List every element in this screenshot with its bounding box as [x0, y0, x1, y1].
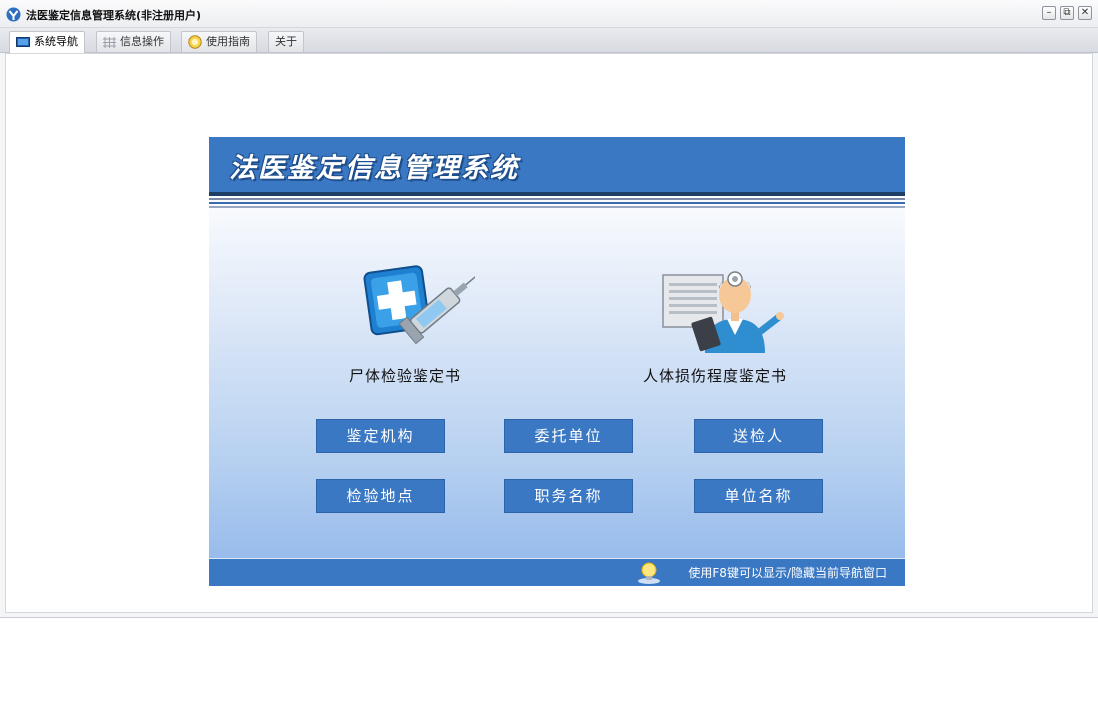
- medical-syringe-icon[interactable]: [349, 259, 475, 355]
- app-logo-icon: [6, 7, 21, 22]
- minimize-button[interactable]: –: [1042, 6, 1056, 20]
- tab-label: 使用指南: [206, 35, 250, 48]
- banner-stripe: [209, 206, 905, 208]
- banner-stripe: [209, 202, 905, 204]
- injury-report-label[interactable]: 人体损伤程度鉴定书: [643, 365, 787, 386]
- tab-label: 关于: [275, 35, 297, 48]
- banner-stripe: [209, 192, 905, 196]
- footer-bar: 使用F8键可以显示/隐藏当前导航窗口: [209, 558, 905, 586]
- navigation-panel: 法医鉴定信息管理系统 尸体检验鉴定书 人体损伤程度鉴定书 鉴定机构 委托单位 送…: [209, 137, 905, 586]
- tab-system-navigation[interactable]: 系统导航: [9, 31, 85, 53]
- close-button[interactable]: ✕: [1078, 6, 1092, 20]
- autopsy-report-label[interactable]: 尸体检验鉴定书: [349, 365, 461, 386]
- unit-name-button[interactable]: 单位名称: [694, 479, 823, 513]
- window-title: 法医鉴定信息管理系统(非注册用户): [26, 9, 202, 22]
- title-bar: 法医鉴定信息管理系统(非注册用户) – ⧉ ✕: [0, 0, 1098, 28]
- banner: 法医鉴定信息管理系统: [209, 137, 905, 192]
- lightbulb-icon: [638, 562, 660, 584]
- banner-stripe: [209, 198, 905, 200]
- banner-title: 法医鉴定信息管理系统: [229, 153, 519, 184]
- monitor-icon: [16, 36, 30, 47]
- inspection-location-button[interactable]: 检验地点: [316, 479, 445, 513]
- tab-info-operation[interactable]: 信息操作: [96, 31, 171, 52]
- doctor-icon[interactable]: [661, 257, 787, 355]
- footer-hint: 使用F8键可以显示/隐藏当前导航窗口: [688, 566, 887, 580]
- entrusting-unit-button[interactable]: 委托单位: [504, 419, 633, 453]
- tab-user-guide[interactable]: 使用指南: [181, 31, 257, 52]
- restore-button[interactable]: ⧉: [1060, 6, 1074, 20]
- job-title-button[interactable]: 职务名称: [504, 479, 633, 513]
- tab-bar: 系统导航 信息操作 使用指南 关于: [0, 28, 1098, 53]
- tab-about[interactable]: 关于: [268, 31, 304, 52]
- guide-icon: [188, 35, 202, 49]
- tab-label: 系统导航: [34, 35, 78, 48]
- app-window: 法医鉴定信息管理系统(非注册用户) – ⧉ ✕ 系统导航 信息操作 使用指南 关…: [0, 0, 1098, 618]
- appraisal-institution-button[interactable]: 鉴定机构: [316, 419, 445, 453]
- submitter-button[interactable]: 送检人: [694, 419, 823, 453]
- grid-icon: [103, 36, 116, 48]
- tab-label: 信息操作: [120, 35, 164, 48]
